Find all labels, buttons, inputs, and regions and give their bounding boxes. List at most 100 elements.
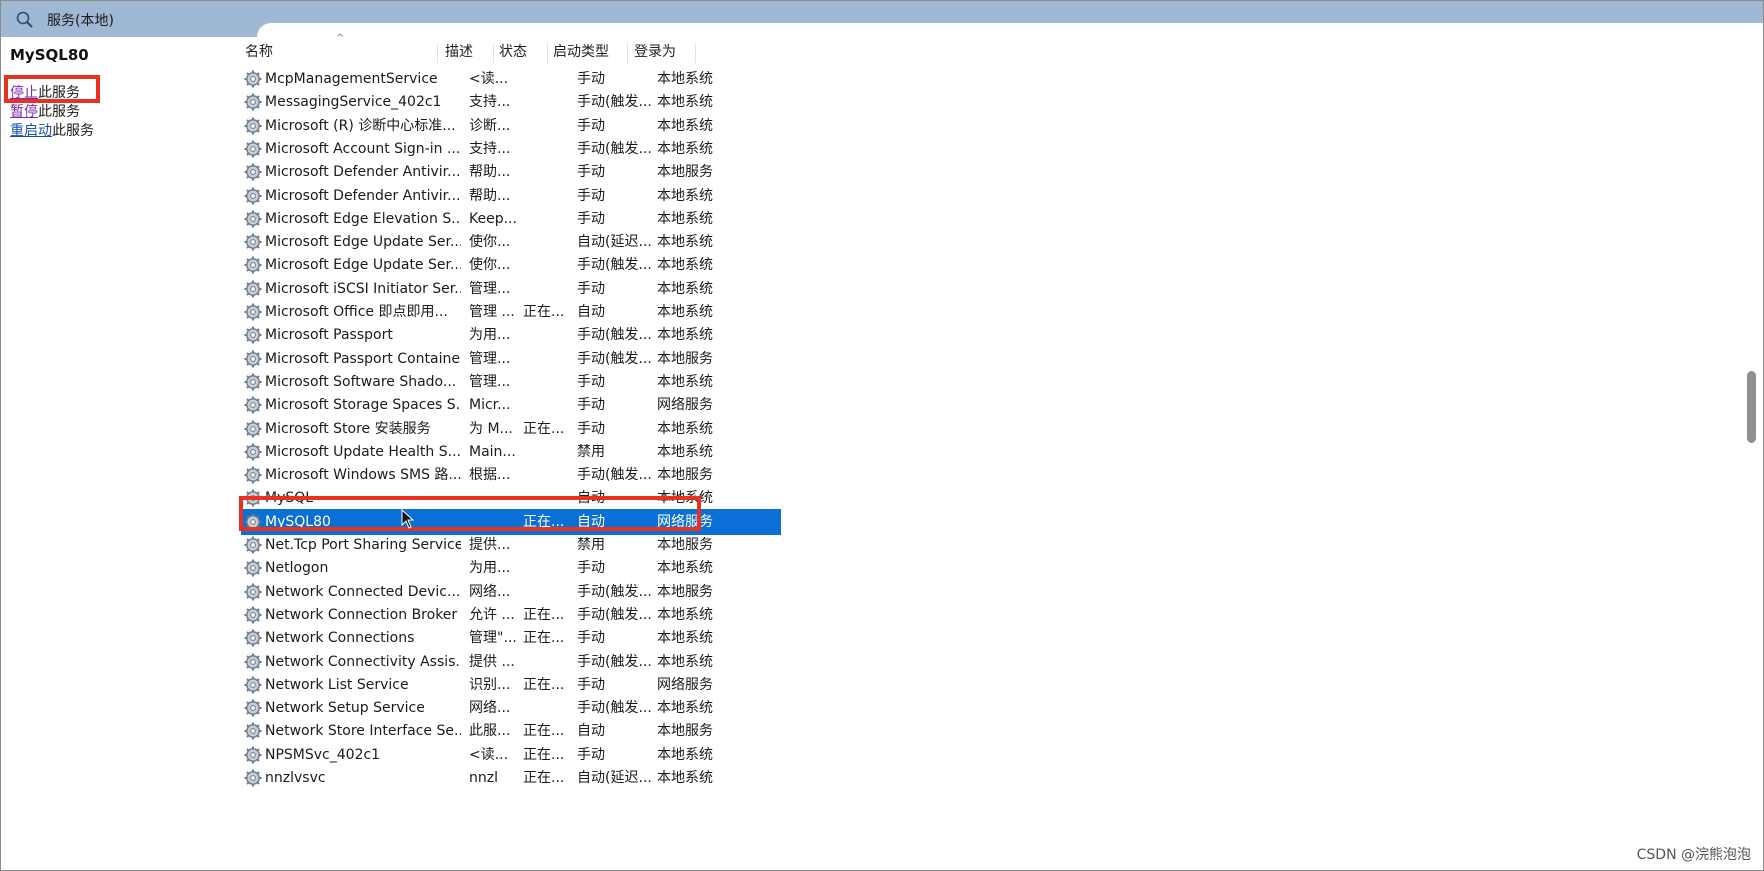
column-header-description[interactable]: 描述 [445,39,473,65]
service-startup-type: 禁用 [577,537,605,553]
selected-service-title: MySQL80 [10,46,89,64]
table-row[interactable]: Microsoft Edge Update Ser... 使你... 自动(延迟..… [241,229,781,255]
service-name: Microsoft iSCSI Initiator Ser... [265,280,461,297]
gear-service-icon [244,606,262,624]
gear-service-icon [244,420,262,437]
table-row[interactable]: Microsoft Edge Elevation S... Keep... 手动 本地… [241,206,781,232]
service-description: 管理... [469,350,511,367]
service-logon-as: 本地系统 [657,770,713,786]
table-row[interactable]: Microsoft Storage Spaces S... Micr... 手动 网络… [241,392,781,418]
table-row[interactable]: Microsoft iSCSI Initiator Ser... 管理... 手动 本… [241,276,781,302]
table-row[interactable]: Microsoft Passport 为用... 手动(触发... 本地系统 [241,322,781,348]
column-divider[interactable] [437,43,438,63]
table-row[interactable]: Microsoft Update Health S... Main... 禁用 本地系… [241,439,781,465]
service-startup-type: 手动(触发... [577,327,652,344]
pause-service-action: 暂停此服务 [10,101,80,121]
column-header-name[interactable]: 名称 [245,39,273,65]
gear-service-icon [244,396,262,414]
table-row[interactable]: Network Connectivity Assis... 提供 ... 手动(触发… [241,649,781,675]
magnifier-gear-icon [16,11,33,28]
table-row[interactable]: Network Connected Devic... 网络... 手动(触发... 本… [241,579,781,605]
service-description: 此服... [469,723,511,740]
service-description: 管理... [469,280,511,297]
scrollbar-thumb[interactable] [1747,371,1756,443]
service-description: Micr... [469,397,511,414]
service-name: Microsoft Office 即点即用... [265,304,448,320]
table-row[interactable]: Microsoft Windows SMS 路... 根据... 手动(触发... 本… [241,462,781,488]
service-logon-as: 本地系统 [657,700,713,717]
service-startup-type: 手动(触发... [577,606,652,623]
service-startup-type: 手动 [577,630,605,647]
table-row[interactable]: Microsoft Edge Update Ser... 使你... 手动(触发..… [241,252,781,278]
service-name: Microsoft Edge Elevation S... [265,210,461,227]
highlight-box-mysql80 [239,496,701,531]
table-row[interactable]: McpManagementService <读... 手动 本地系统 [241,66,781,92]
table-row[interactable]: Microsoft (R) 诊断中心标准... 诊断... 手动 本地系统 [241,113,781,139]
service-description: 网络... [469,700,511,717]
service-logon-as: 本地服务 [657,723,713,740]
table-row[interactable]: NPSMSvc_402c1 <读... 正在... 手动 本地系统 [241,742,781,768]
service-name: Microsoft Edge Update Ser... [265,257,461,274]
service-description: 提供... [469,537,511,553]
table-row[interactable]: Network List Service 识别... 正在... 手动 网络服务 [241,672,781,698]
service-description: 为 M... [469,420,513,437]
service-startup-type: 自动 [577,304,605,320]
service-description: 使你... [469,257,511,274]
table-row[interactable]: MessagingService_402c1 支持... 手动(触发... 本地系统 [241,89,781,115]
service-startup-type: 自动 [577,723,605,740]
table-row[interactable]: Microsoft Account Sign-in ... 支持... 手动(触发.… [241,136,781,162]
vertical-scrollbar[interactable] [1745,55,1757,860]
service-description: 提供 ... [469,653,515,670]
service-name: Microsoft Store 安装服务 [265,420,431,437]
table-row[interactable]: nnzlvsvc nnzl 正在... 自动(延迟... 本地系统 [241,765,781,791]
pause-service-link[interactable]: 暂停 [10,104,38,120]
column-header-status[interactable]: 状态 [499,39,527,65]
table-row[interactable]: Microsoft Defender Antivir... 帮助... 手动 本地服务 [241,159,781,185]
gear-service-icon [244,93,262,111]
table-row[interactable]: Microsoft Passport Container 管理... 手动(触发..… [241,346,781,372]
table-row[interactable]: Microsoft Office 即点即用... 管理 ... 正在... 自动 本地系… [241,299,781,325]
service-startup-type: 手动(触发... [577,94,652,111]
table-row[interactable]: Microsoft Defender Antivir... 帮助... 手动 本地系统 [241,183,781,209]
gear-service-icon [244,256,262,274]
gear-service-icon [244,140,262,158]
column-divider[interactable] [547,43,548,63]
table-row[interactable]: Network Connection Broker 允许 ... 正在... 手动(触… [241,602,781,628]
column-header-logon-as[interactable]: 登录为 [634,39,676,65]
gear-service-icon [244,629,262,647]
service-name: Network Connection Broker [265,606,458,623]
table-row[interactable]: Net.Tcp Port Sharing Service 提供... 禁用 本地服务 [241,532,781,558]
service-status: 正在... [523,746,565,763]
service-startup-type: 手动 [577,210,605,227]
table-row[interactable]: Microsoft Store 安装服务 为 M... 正在... 手动 本地系统 [241,416,781,442]
watermark: CSDN @浣熊泡泡 [1636,847,1751,863]
service-startup-type: 手动 [577,397,605,414]
action-suffix: 此服务 [38,104,80,120]
gear-service-icon [244,559,262,577]
service-name: Microsoft Defender Antivir... [265,164,461,181]
service-logon-as: 本地系统 [657,373,713,390]
service-logon-as: 本地系统 [657,630,713,647]
service-description: <读... [469,71,509,87]
service-logon-as: 本地系统 [657,210,713,227]
sort-ascending-icon: ^ [336,33,345,44]
column-divider[interactable] [627,43,628,63]
services-window: 服务(本地) MySQL80 停止此服务 暂停此服务 重启动此服务 ^ 名称 描… [0,0,1764,871]
column-divider[interactable] [493,43,494,63]
table-row[interactable]: Network Store Interface Se... 此服... 正在... 自… [241,718,781,744]
table-row[interactable]: Network Setup Service 网络... 手动(触发... 本地系统 [241,695,781,721]
restart-service-link[interactable]: 重启动 [10,123,52,139]
column-header-startup-type[interactable]: 启动类型 [553,39,609,65]
service-startup-type: 手动 [577,71,605,87]
service-description: 识别... [469,676,511,693]
table-row[interactable]: Network Connections 管理"... 正在... 手动 本地系统 [241,625,781,651]
table-row[interactable]: Netlogon 为用... 手动 本地系统 [241,555,781,581]
service-logon-as: 本地服务 [657,350,713,367]
service-name: NPSMSvc_402c1 [265,746,381,763]
gear-service-icon [244,583,262,601]
service-logon-as: 网络服务 [657,676,713,693]
table-row[interactable]: Microsoft Software Shado... 管理... 手动 本地系统 [241,369,781,395]
service-startup-type: 禁用 [577,443,605,460]
service-startup-type: 手动(触发... [577,583,652,600]
column-divider[interactable] [695,43,696,63]
